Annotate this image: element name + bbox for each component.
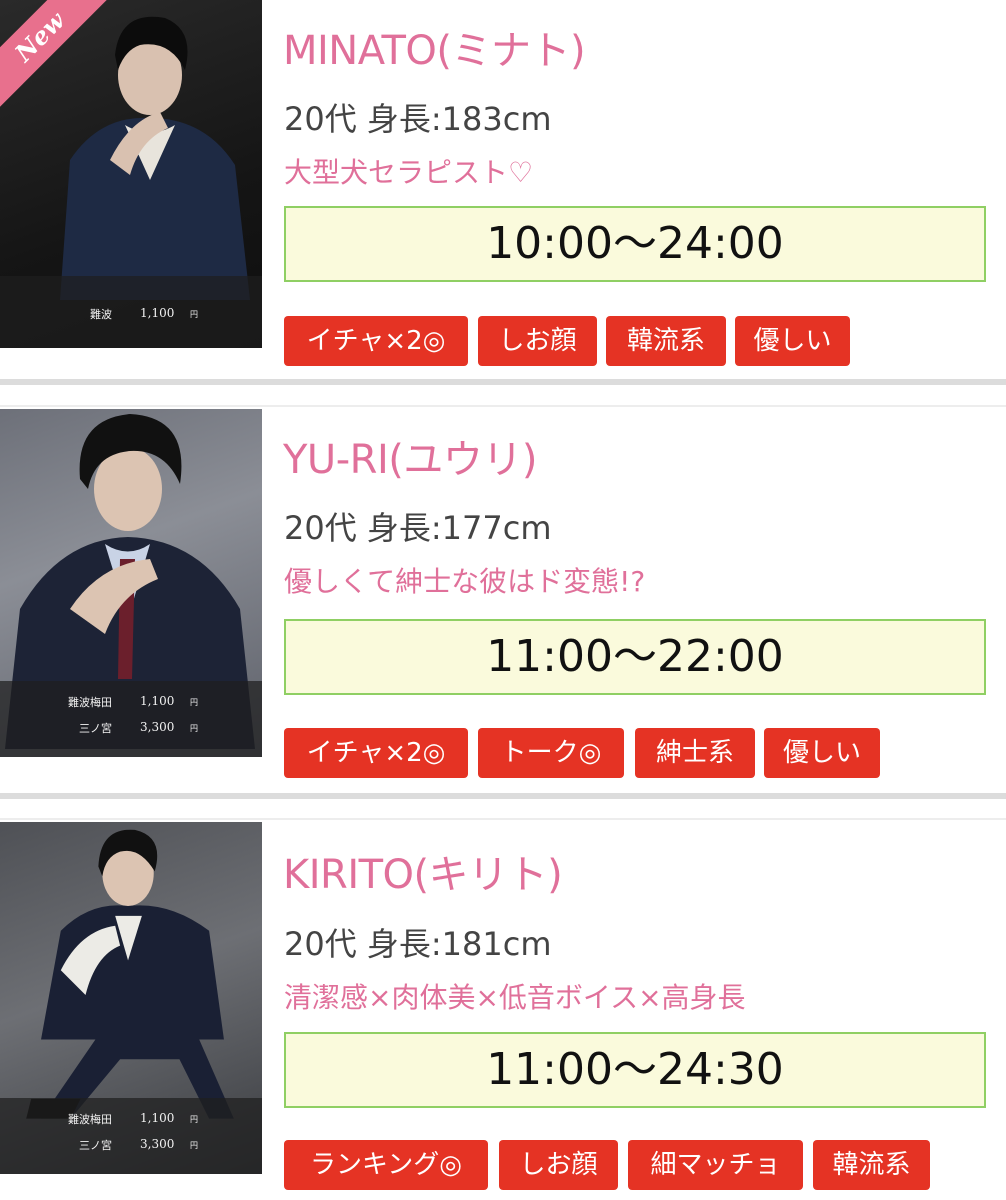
therapist-name[interactable]: YU-RI(ユウリ) — [283, 427, 537, 485]
therapist-name[interactable]: MINATO(ミナト) — [283, 18, 586, 76]
working-hours: 11:00〜24:30 — [284, 1032, 986, 1108]
tag: しお顔 — [478, 316, 597, 366]
working-hours: 10:00〜24:00 — [284, 206, 986, 282]
tag: 優しい — [735, 316, 850, 366]
price-row: 難波 1,100 円 — [0, 306, 262, 322]
tag: イチャ×2◎ — [284, 316, 468, 366]
tag: トーク◎ — [478, 728, 624, 778]
therapist-name[interactable]: KIRITO(キリト) — [283, 842, 563, 900]
price-row: 難波梅田 1,100 円 — [0, 694, 262, 710]
therapist-info: 20代 身長:183cm — [284, 100, 552, 138]
therapist-card-minato[interactable]: 難波 1,100 円 New MINATO(ミナト) 20代 身長:183cm … — [0, 0, 1006, 380]
price-area: 三ノ宮 — [79, 722, 112, 735]
price-row: 三ノ宮 3,300 円 — [0, 1137, 262, 1153]
therapist-photo[interactable]: 難波梅田 1,100 円 三ノ宮 3,300 円 — [0, 822, 262, 1174]
card-divider — [0, 379, 1006, 385]
price-area: 難波梅田 — [68, 696, 112, 709]
price-amount: 3,300 — [140, 1137, 175, 1151]
therapist-catchphrase: 大型犬セラピスト♡ — [284, 156, 534, 189]
price-area: 難波梅田 — [68, 1113, 112, 1126]
price-area: 難波 — [90, 308, 112, 321]
tag: 優しい — [764, 728, 880, 778]
tag: ランキング◎ — [284, 1140, 488, 1190]
price-amount: 1,100 — [140, 306, 175, 320]
price-amount: 1,100 — [140, 694, 175, 708]
price-row: 三ノ宮 3,300 円 — [0, 720, 262, 736]
price-unit: 円 — [190, 310, 198, 319]
tag: 韓流系 — [813, 1140, 930, 1190]
price-band: 難波梅田 1,100 円 三ノ宮 3,300 円 — [0, 681, 262, 757]
therapist-catchphrase: 優しくて紳士な彼はド変態!? — [284, 565, 646, 598]
price-unit: 円 — [190, 1115, 198, 1124]
tag: しお顔 — [499, 1140, 618, 1190]
price-band: 難波梅田 1,100 円 三ノ宮 3,300 円 — [0, 1098, 262, 1174]
card-divider — [0, 793, 1006, 799]
price-unit: 円 — [190, 724, 198, 733]
price-band: 難波 1,100 円 — [0, 276, 262, 348]
price-amount: 1,100 — [140, 1111, 175, 1125]
price-unit: 円 — [190, 698, 198, 707]
price-row: 難波梅田 1,100 円 — [0, 1111, 262, 1127]
therapist-info: 20代 身長:177cm — [284, 509, 552, 547]
therapist-card-yuri[interactable]: 難波梅田 1,100 円 三ノ宮 3,300 円 YU-RI(ユウリ) 20代 … — [0, 409, 1006, 789]
card-divider — [0, 818, 1006, 820]
working-hours: 11:00〜22:00 — [284, 619, 986, 695]
therapist-catchphrase: 清潔感×肉体美×低音ボイス×高身長 — [284, 981, 746, 1014]
tag: 韓流系 — [606, 316, 726, 366]
price-unit: 円 — [190, 1141, 198, 1150]
price-area: 三ノ宮 — [79, 1139, 112, 1152]
tag: イチャ×2◎ — [284, 728, 468, 778]
therapist-photo[interactable]: 難波 1,100 円 New — [0, 0, 262, 348]
therapist-photo[interactable]: 難波梅田 1,100 円 三ノ宮 3,300 円 — [0, 409, 262, 757]
card-divider — [0, 405, 1006, 407]
tag: 紳士系 — [635, 728, 755, 778]
tag: 細マッチョ — [628, 1140, 803, 1190]
therapist-info: 20代 身長:181cm — [284, 925, 552, 963]
therapist-card-kirito[interactable]: 難波梅田 1,100 円 三ノ宮 3,300 円 KIRITO(キリト) 20代… — [0, 822, 1006, 1200]
price-amount: 3,300 — [140, 720, 175, 734]
